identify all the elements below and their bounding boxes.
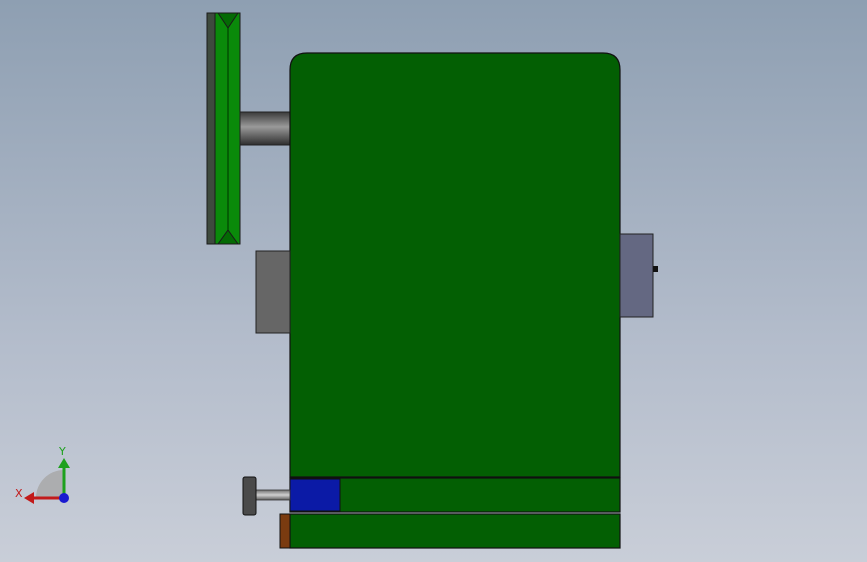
pulley-left-rim [206, 12, 216, 245]
triad-x-arrow-icon [24, 492, 34, 504]
output-shaft[interactable] [254, 489, 291, 501]
pulley[interactable] [206, 12, 241, 245]
left-bearing-cover[interactable] [255, 250, 291, 334]
output-knob[interactable] [242, 476, 257, 516]
triad-plane-icon [36, 470, 64, 498]
blue-block[interactable] [289, 478, 341, 512]
motor-terminal [653, 266, 658, 272]
input-shaft[interactable] [239, 111, 292, 146]
lower-band-bottom[interactable] [289, 513, 621, 549]
gearbox-housing[interactable] [289, 52, 621, 478]
orientation-triad[interactable]: Y X [15, 445, 70, 504]
triad-x-label: X [15, 487, 23, 500]
triad-y-label: Y [58, 445, 66, 458]
triad-z-axis-icon [59, 493, 69, 503]
triad-y-arrow-icon [58, 458, 70, 468]
3d-viewport[interactable]: Y X [0, 0, 867, 562]
brown-block[interactable] [279, 513, 291, 549]
motor-block[interactable] [619, 233, 654, 318]
